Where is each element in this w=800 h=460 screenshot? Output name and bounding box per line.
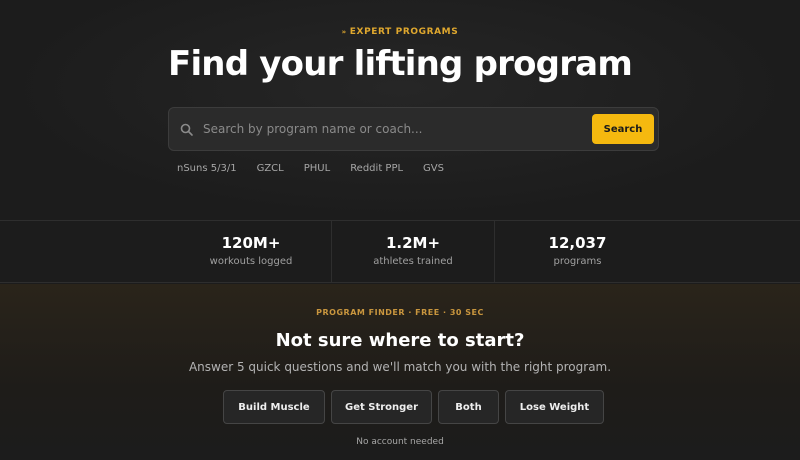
option-lose-weight[interactable]: Lose Weight	[505, 390, 604, 424]
stat-value: 1.2M+	[385, 234, 441, 252]
stat-label: workouts logged	[209, 256, 293, 267]
finder-note: No account needed	[356, 437, 444, 447]
hero-section: » EXPERT PROGRAMS Find your lifting progr…	[0, 0, 800, 220]
stat-programs: 12,037 programs	[495, 221, 660, 283]
finder-subtitle: Answer 5 quick questions and we'll match…	[188, 360, 612, 374]
option-both[interactable]: Both	[438, 390, 499, 424]
eyebrow-text: EXPERT PROGRAMS	[349, 27, 459, 37]
chip-reddit-ppl[interactable]: Reddit PPL	[350, 163, 403, 177]
chip-gzcl[interactable]: GZCL	[257, 163, 284, 177]
eyebrow: » EXPERT PROGRAMS	[0, 27, 800, 37]
chip-gvs[interactable]: GVS	[423, 163, 444, 177]
finder-kicker: PROGRAM FINDER · FREE · 30 SEC	[316, 308, 484, 317]
stats-bar: 120M+ workouts logged 1.2M+ athletes tra…	[0, 220, 800, 283]
stat-workouts: 120M+ workouts logged	[170, 221, 332, 283]
search-input[interactable]	[203, 114, 583, 144]
stat-label: athletes trained	[373, 256, 453, 267]
option-get-stronger[interactable]: Get Stronger	[331, 390, 432, 424]
stat-label: programs	[553, 256, 602, 267]
finder-title: Not sure where to start?	[275, 330, 525, 351]
stat-value: 12,037	[548, 234, 607, 252]
program-finder: PROGRAM FINDER · FREE · 30 SEC Not sure …	[0, 284, 800, 460]
chip-phul[interactable]: PHUL	[304, 163, 330, 177]
chip-nsuns[interactable]: nSuns 5/3/1	[177, 163, 237, 177]
option-build-muscle[interactable]: Build Muscle	[223, 390, 325, 424]
page-title: Find your lifting program	[168, 44, 633, 84]
stat-athletes: 1.2M+ athletes trained	[332, 221, 494, 283]
eyebrow-mark: »	[341, 28, 347, 36]
search-icon	[180, 122, 194, 136]
search-bar: Search	[168, 107, 659, 151]
stat-value: 120M+	[221, 234, 281, 252]
popular-searches: nSuns 5/3/1 GZCL PHUL Reddit PPL GVS	[177, 163, 464, 177]
search-button[interactable]: Search	[592, 114, 654, 144]
